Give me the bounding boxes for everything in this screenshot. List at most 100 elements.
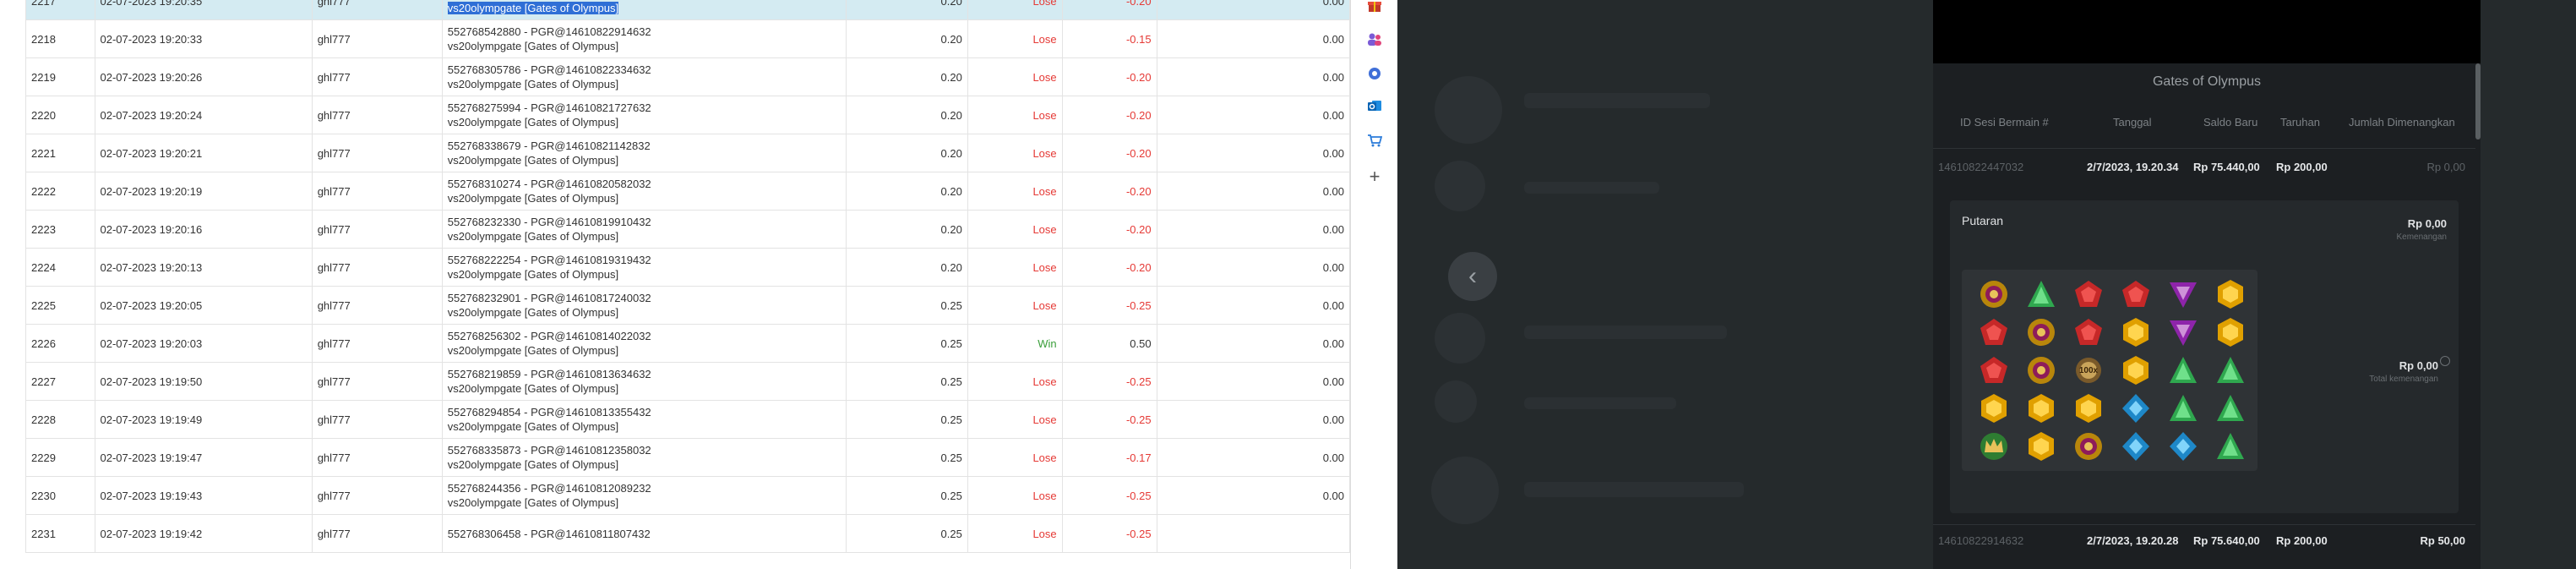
description-line-1: 552768219859 - PGR@14610813634632: [448, 367, 841, 381]
description-line-1: 552768335873 - PGR@14610812358032: [448, 443, 841, 457]
row-date: 02-07-2023 19:20:13: [94, 248, 313, 287]
description-line-1: 552768222254 - PGR@14610819319432: [448, 253, 841, 267]
row-balance: 0.00: [1156, 362, 1350, 401]
spin-win-value: Rp 0,00: [2407, 217, 2447, 230]
yellow-hex-symbol-icon: [1975, 391, 2012, 426]
row-result: Lose: [967, 134, 1063, 172]
transaction-id: 552768294854 - PGR@14610813355432: [447, 406, 651, 419]
table-row[interactable]: 2231 02-07-2023 19:19:42 ghl777 55276830645…: [25, 514, 1350, 553]
description-line-1: 552768294854 - PGR@14610813355432: [448, 405, 841, 419]
row-date: 02-07-2023 19:19:42: [94, 514, 313, 553]
row-profit: -0.20: [1061, 210, 1157, 249]
chevron-left-icon[interactable]: ‹: [1448, 252, 1497, 301]
row-description: 552768232330 - PGR@14610819910432 vs20oly…: [441, 210, 847, 249]
row-bet: 0.20: [846, 96, 968, 134]
row-number: 2221: [25, 134, 95, 172]
row-profit: -0.20: [1061, 57, 1157, 96]
settings-icon[interactable]: [1365, 64, 1384, 83]
row-profit: 0.50: [1061, 324, 1157, 363]
transaction-id: 552768305786 - PGR@14610822334632: [447, 63, 651, 76]
row-user: ghl777: [311, 324, 443, 363]
table-row[interactable]: 2221 02-07-2023 19:20:21 ghl777 55276833867…: [25, 134, 1350, 172]
modal-scrollbar[interactable]: [2475, 63, 2481, 140]
row-bet: 0.20: [846, 0, 968, 20]
row-description: 552768275994 - PGR@14610821727632 vs20oly…: [441, 96, 847, 134]
description-line-1: 552768310274 - PGR@14610820582032: [448, 177, 841, 191]
table-row[interactable]: 2229 02-07-2023 19:19:47 ghl777 55276833587…: [25, 438, 1350, 477]
session-id: 14610822914632: [1938, 534, 2024, 547]
row-date: 02-07-2023 19:19:43: [94, 476, 313, 515]
row-balance: 0.00: [1156, 438, 1350, 477]
row-profit: -0.20: [1061, 96, 1157, 134]
row-bet: 0.25: [846, 324, 968, 363]
row-profit: -0.17: [1061, 438, 1157, 477]
row-description: 552768335873 - PGR@14610812358032 vs20oly…: [441, 438, 847, 477]
reel-grid: 100x: [1962, 270, 2257, 471]
table-row[interactable]: 2227 02-07-2023 19:19:50 ghl777 55276821985…: [25, 362, 1350, 401]
background-text-block: [1524, 182, 1659, 194]
row-bet: 0.25: [846, 476, 968, 515]
row-profit: -0.25: [1061, 514, 1157, 553]
plus-icon[interactable]: +: [1365, 166, 1384, 187]
row-balance: 0.00: [1156, 248, 1350, 287]
table-row[interactable]: 2228 02-07-2023 19:19:49 ghl777 55276829485…: [25, 400, 1350, 439]
table-row[interactable]: 2219 02-07-2023 19:20:26 ghl777 55276830578…: [25, 57, 1350, 96]
transaction-id: 552768542880 - PGR@14610822914632: [447, 25, 651, 38]
row-bet: 0.25: [846, 438, 968, 477]
row-balance: 0.00: [1156, 96, 1350, 134]
table-row[interactable]: 221702-07-2023 19:20:35ghl77755276854216…: [25, 0, 1350, 20]
description-line-1: 552768306458 - PGR@14610811807432: [448, 527, 841, 541]
row-balance: 0.00: [1156, 400, 1350, 439]
blue-dia-symbol-icon: [2117, 391, 2154, 426]
transaction-id: 552768306458 - PGR@14610811807432: [447, 527, 651, 540]
row-balance: 0.00: [1156, 324, 1350, 363]
game-name: vs20olympgate [Gates of Olympus]: [447, 1, 841, 15]
row-result: Lose: [967, 19, 1063, 58]
row-bet: 0.25: [846, 362, 968, 401]
row-date: 02-07-2023 19:19:49: [94, 400, 313, 439]
gift-icon[interactable]: [1365, 0, 1384, 15]
table-row[interactable]: 2223 02-07-2023 19:20:16 ghl777 55276823233…: [25, 210, 1350, 249]
transaction-table: 221702-07-2023 19:20:35ghl77755276854216…: [25, 0, 1350, 553]
table-row[interactable]: 2226 02-07-2023 19:20:03 ghl777 55276825630…: [25, 324, 1350, 363]
outlook-icon[interactable]: [1365, 96, 1384, 115]
table-row[interactable]: 2225 02-07-2023 19:20:05 ghl777 55276823290…: [25, 286, 1350, 325]
yellow-hex-symbol-icon: [2117, 353, 2154, 388]
spin-detail-panel: Putaran Rp 0,00 Kemenangan 100x Rp 0,00 …: [1950, 200, 2459, 513]
info-icon[interactable]: [2440, 356, 2450, 366]
background-avatar: [1435, 76, 1502, 144]
row-date: 02-07-2023 19:20:35: [94, 0, 313, 20]
row-date: 02-07-2023 19:20:33: [94, 19, 313, 58]
purple-tri-symbol-icon: [2165, 276, 2202, 312]
table-row[interactable]: 2222 02-07-2023 19:20:19 ghl777 55276831027…: [25, 172, 1350, 211]
table-row[interactable]: 2230 02-07-2023 19:19:43 ghl777 55276824435…: [25, 476, 1350, 515]
row-date: 02-07-2023 19:20:24: [94, 96, 313, 134]
table-row[interactable]: 2224 02-07-2023 19:20:13 ghl777 55276822225…: [25, 248, 1350, 287]
row-user: ghl777: [311, 514, 443, 553]
row-description: 552768310274 - PGR@14610820582032 vs20oly…: [441, 172, 847, 211]
transaction-id: 552768219859 - PGR@14610813634632: [447, 368, 651, 380]
row-bet: 0.20: [846, 19, 968, 58]
row-balance: 0.00: [1156, 57, 1350, 96]
transaction-id: 552768310274 - PGR@14610820582032: [447, 178, 651, 190]
cart-icon[interactable]: [1365, 131, 1384, 150]
row-number: 2230: [25, 476, 95, 515]
row-profit: -0.25: [1061, 362, 1157, 401]
row-date: 02-07-2023 19:20:05: [94, 286, 313, 325]
row-profit: -0.20: [1061, 172, 1157, 211]
row-user: ghl777: [311, 134, 443, 172]
row-user: ghl777: [311, 0, 443, 20]
row-user: ghl777: [311, 400, 443, 439]
contacts-icon[interactable]: [1365, 30, 1384, 48]
table-row[interactable]: 2218 02-07-2023 19:20:33 ghl777 55276854288…: [25, 19, 1350, 58]
yellow-hex-symbol-icon: [2070, 391, 2107, 426]
row-divider: [1933, 524, 2475, 525]
game-history-modal: Gates of Olympus ID Sesi Bermain # Tangg…: [1933, 0, 2481, 569]
modal-title: Gates of Olympus: [2152, 74, 2262, 89]
col-header-win-amount: Jumlah Dimenangkan: [2349, 116, 2455, 129]
table-row[interactable]: 2220 02-07-2023 19:20:24 ghl777 55276827599…: [25, 96, 1350, 134]
row-number: 2223: [25, 210, 95, 249]
row-date: 02-07-2023 19:20:16: [94, 210, 313, 249]
session-bet: Rp 200,00: [2276, 534, 2328, 547]
row-bet: 0.20: [846, 134, 968, 172]
